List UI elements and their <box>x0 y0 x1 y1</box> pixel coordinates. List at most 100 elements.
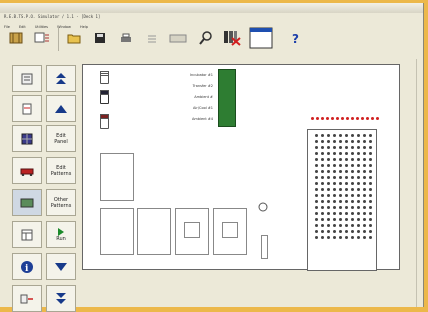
tip-well <box>321 200 324 203</box>
tip-well <box>321 230 324 233</box>
tip-well <box>369 206 372 209</box>
tip-well <box>357 158 360 161</box>
tip-well <box>357 230 360 233</box>
tip-well <box>327 158 330 161</box>
tip-well <box>333 200 336 203</box>
info-icon: i <box>21 260 33 274</box>
tip-well <box>369 218 372 221</box>
selected-tip <box>356 117 359 120</box>
vial-2[interactable] <box>100 90 109 104</box>
tip-well <box>327 170 330 173</box>
slot-status-panel[interactable] <box>218 69 236 127</box>
tip-well <box>321 152 324 155</box>
move-down-button[interactable] <box>46 253 76 280</box>
save-icon[interactable] <box>88 23 112 53</box>
tip-well <box>315 236 318 239</box>
tip-well <box>351 152 354 155</box>
tip-rack[interactable] <box>307 129 377 271</box>
edit-patterns-button[interactable]: Edit Patterns <box>46 157 76 184</box>
tip-well <box>345 164 348 167</box>
tip-well <box>351 146 354 149</box>
selected-tip <box>346 117 349 120</box>
tip-well <box>339 188 342 191</box>
tips-button[interactable] <box>12 157 42 184</box>
tip-well <box>363 188 366 191</box>
app-window: R.E.B.TS.P.O. Simulator / 1.1 - [Deck 1]… <box>0 3 424 312</box>
right-scroll-strip[interactable] <box>416 59 423 307</box>
other-patterns-button[interactable]: Other Patterns <box>46 189 76 216</box>
tip-well <box>339 182 342 185</box>
selected-tip <box>336 117 339 120</box>
tip-well <box>327 224 330 227</box>
slot-label-4: Air/Cool #1 <box>193 106 213 110</box>
tray-4[interactable] <box>213 208 247 255</box>
tip-well <box>345 134 348 137</box>
rack-view-button[interactable] <box>12 65 42 92</box>
tip-well <box>315 140 318 143</box>
tip-well <box>333 236 336 239</box>
info-button[interactable]: i <box>12 253 42 280</box>
toolbar-separator <box>58 27 59 51</box>
tip-well <box>357 146 360 149</box>
edit-panel-button[interactable]: Edit Panel <box>46 125 76 152</box>
delete-rack-icon[interactable] <box>220 23 244 53</box>
tip-well <box>339 212 342 215</box>
probe-slot[interactable] <box>261 235 268 259</box>
tips-icon <box>20 168 34 176</box>
deck-canvas[interactable]: Incubator #1 Transfer #2 Ambient # Air/C… <box>82 64 400 271</box>
config-icon[interactable] <box>30 23 54 53</box>
move-top-button[interactable] <box>46 65 76 92</box>
pattern-button[interactable] <box>12 189 42 216</box>
tip-well <box>345 188 348 191</box>
tip-well <box>315 182 318 185</box>
tip-well <box>321 236 324 239</box>
grid-icon <box>21 133 33 144</box>
tip-well <box>327 188 330 191</box>
tip-well <box>357 182 360 185</box>
selected-tip <box>326 117 329 120</box>
document-button[interactable] <box>12 95 42 122</box>
tip-well <box>363 146 366 149</box>
tip-well <box>369 230 372 233</box>
keyboard-icon[interactable] <box>166 23 190 53</box>
play-icon <box>58 227 64 236</box>
tip-well <box>351 188 354 191</box>
tray-3[interactable] <box>175 208 209 255</box>
slot-label-1: Incubator #1 <box>190 73 213 77</box>
vial-1[interactable] <box>100 71 109 84</box>
tip-well <box>327 218 330 221</box>
tray-2[interactable] <box>137 208 171 255</box>
table-button[interactable] <box>12 221 42 248</box>
tip-well <box>345 146 348 149</box>
document-icon <box>22 103 32 114</box>
tip-well <box>363 218 366 221</box>
tray-1[interactable] <box>100 208 134 255</box>
open-folder-icon[interactable] <box>62 23 86 53</box>
tip-well <box>357 176 360 179</box>
move-bottom-button[interactable] <box>46 285 76 312</box>
tip-well <box>333 188 336 191</box>
tip-well <box>333 206 336 209</box>
help-icon[interactable]: ? <box>284 23 308 53</box>
run-button[interactable]: Run <box>46 221 76 248</box>
window-icon[interactable] <box>247 23 275 53</box>
list-icon[interactable] <box>140 23 164 53</box>
grid-button[interactable] <box>12 125 42 152</box>
move-up-button[interactable] <box>46 95 76 122</box>
print-icon[interactable] <box>114 23 138 53</box>
tip-well <box>357 152 360 155</box>
tip-well <box>345 212 348 215</box>
tip-well <box>345 152 348 155</box>
tip-well <box>345 170 348 173</box>
tray-upper[interactable] <box>100 153 134 201</box>
tip-well <box>345 200 348 203</box>
rack-icon[interactable] <box>4 23 28 53</box>
rack-view-icon <box>21 73 33 84</box>
search-icon[interactable] <box>194 23 218 53</box>
tip-well <box>363 182 366 185</box>
vial-3[interactable] <box>100 114 109 129</box>
tip-well <box>321 212 324 215</box>
transfer-button[interactable] <box>12 285 42 312</box>
tip-well <box>357 188 360 191</box>
selected-tip <box>366 117 369 120</box>
